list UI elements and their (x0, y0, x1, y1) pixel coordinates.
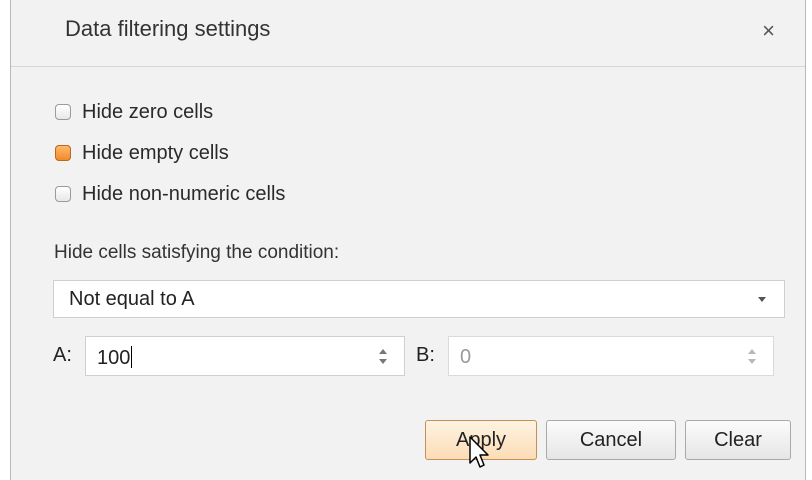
option-hide-empty-cells[interactable]: Hide empty cells (55, 139, 229, 167)
chevron-down-icon (758, 297, 766, 302)
dialog-titlebar: Data filtering settings × (11, 0, 805, 67)
param-a-label: A: (53, 344, 72, 366)
param-b-value: 0 (460, 346, 472, 368)
hide-empty-cells-label: Hide empty cells (82, 141, 229, 164)
param-b-label: B: (416, 344, 435, 366)
option-hide-non-numeric-cells[interactable]: Hide non-numeric cells (55, 180, 285, 208)
condition-select[interactable]: Not equal to A (53, 280, 785, 318)
spinner-up-icon[interactable] (379, 349, 387, 354)
hide-zero-cells-checkbox[interactable] (55, 104, 71, 120)
hide-empty-cells-checkbox[interactable] (55, 145, 71, 161)
close-icon[interactable]: × (762, 20, 775, 42)
data-filtering-dialog: Data filtering settings × Hide zero cell… (10, 0, 806, 480)
hide-zero-cells-label: Hide zero cells (82, 100, 214, 123)
clear-button[interactable]: Clear (685, 420, 791, 460)
text-caret (131, 346, 133, 368)
cancel-button[interactable]: Cancel (546, 420, 676, 460)
hide-non-numeric-cells-checkbox[interactable] (55, 186, 71, 202)
condition-select-value: Not equal to A (69, 288, 195, 310)
spinner-down-icon (748, 359, 756, 364)
dialog-title: Data filtering settings (65, 16, 271, 41)
spinner-up-icon (748, 349, 756, 354)
param-a-value: 100 (97, 346, 133, 369)
param-b-input[interactable]: 0 (448, 336, 774, 376)
spinner-down-icon[interactable] (379, 359, 387, 364)
mouse-pointer-icon (469, 436, 489, 468)
hide-non-numeric-cells-label: Hide non-numeric cells (82, 182, 286, 205)
option-hide-zero-cells[interactable]: Hide zero cells (55, 98, 213, 126)
param-a-input[interactable]: 100 (85, 336, 405, 376)
condition-label: Hide cells satisfying the condition: (54, 242, 340, 263)
spinner-arrows-icon[interactable] (378, 347, 388, 367)
spinner-arrows-icon (747, 347, 757, 367)
